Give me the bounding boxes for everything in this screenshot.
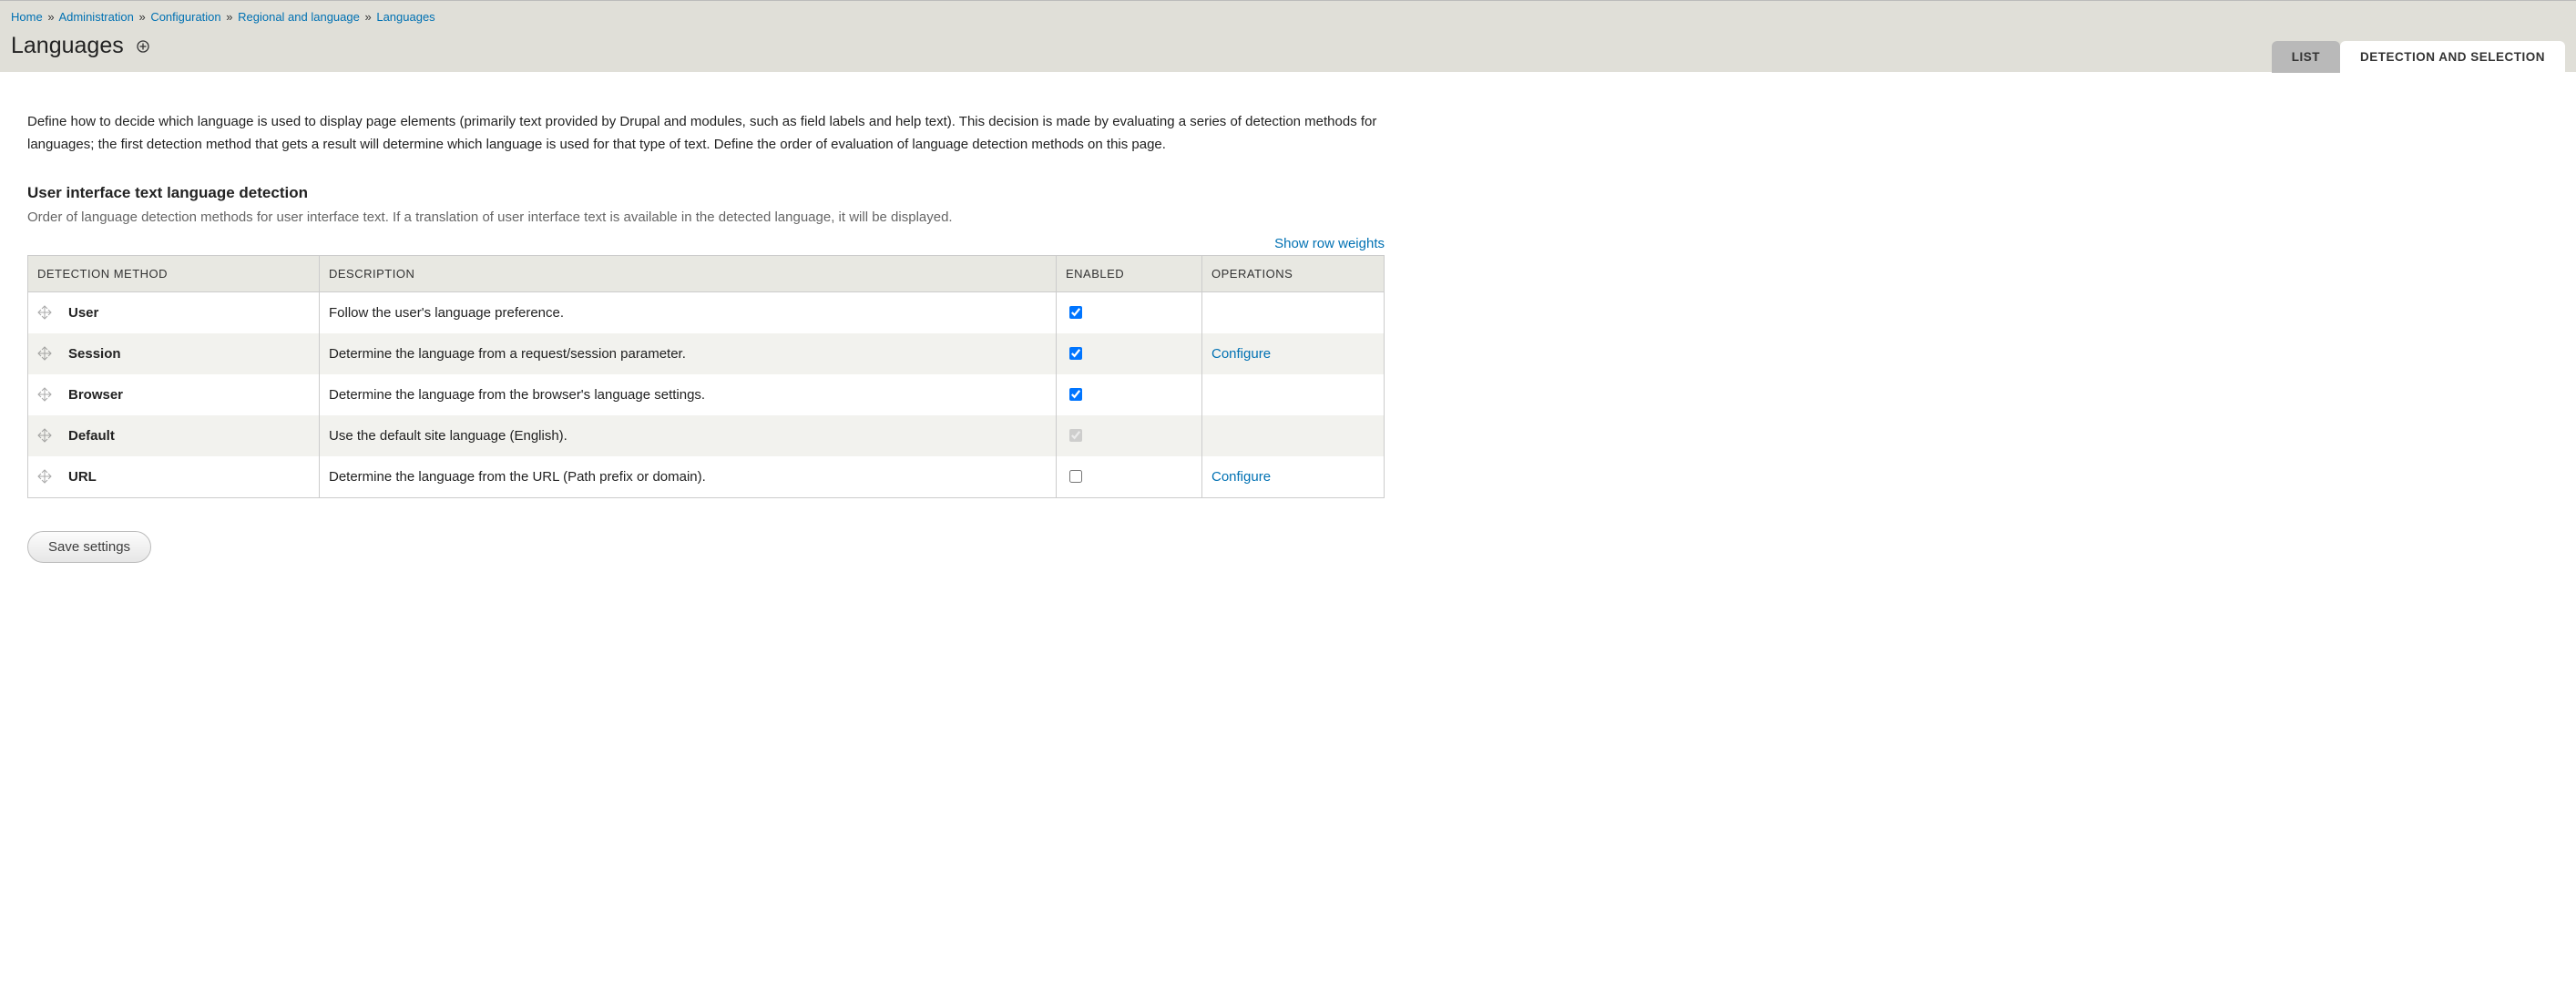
method-description: Determine the language from a request/se… [320,333,1057,374]
method-name: Default [68,428,115,444]
enabled-checkbox[interactable] [1069,347,1082,360]
detection-table: DETECTION METHOD DESCRIPTION ENABLED OPE… [27,255,1385,498]
enabled-checkbox[interactable] [1069,306,1082,319]
method-description: Use the default site language (English). [320,415,1057,456]
drag-handle-icon[interactable] [37,387,52,402]
method-name: Browser [68,387,123,403]
tab-detection-selection[interactable]: DETECTION AND SELECTION [2340,41,2565,73]
method-description: Determine the language from the URL (Pat… [320,456,1057,498]
breadcrumb-link-regional[interactable]: Regional and language [238,10,360,24]
breadcrumb-link-administration[interactable]: Administration [58,10,133,24]
enabled-checkbox[interactable] [1069,470,1082,483]
breadcrumb-separator: » [364,10,371,24]
drag-handle-icon[interactable] [37,469,52,484]
enabled-checkbox [1069,429,1082,442]
breadcrumb-link-home[interactable]: Home [11,10,43,24]
configure-link[interactable]: Configure [1211,469,1271,485]
section-title: User interface text language detection [27,184,1385,202]
table-row[interactable]: Browser Determine the language from the b… [28,374,1385,415]
th-detection-method: DETECTION METHOD [28,255,320,291]
form-actions: Save settings [27,531,1385,563]
drag-handle-icon[interactable] [37,305,52,320]
table-row[interactable]: URL Determine the language from the URL (… [28,456,1385,498]
show-row-weights: Show row weights [27,236,1385,251]
section-description: Order of language detection methods for … [27,209,1385,225]
content-region: Define how to decide which language is u… [0,72,1412,599]
configure-link[interactable]: Configure [1211,346,1271,362]
breadcrumb-link-languages[interactable]: Languages [376,10,434,24]
th-operations: OPERATIONS [1202,255,1385,291]
method-name: URL [68,469,97,485]
enabled-checkbox[interactable] [1069,388,1082,401]
table-row[interactable]: Session Determine the language from a req… [28,333,1385,374]
tabs: LIST DETECTION AND SELECTION [2272,41,2565,73]
table-row[interactable]: Default Use the default site language (En… [28,415,1385,456]
method-description: Determine the language from the browser'… [320,374,1057,415]
table-row[interactable]: User Follow the user's language preferenc… [28,291,1385,333]
breadcrumb: Home » Administration » Configuration » … [11,6,2565,33]
header-bar: Home » Administration » Configuration » … [0,0,2576,72]
tab-list[interactable]: LIST [2272,41,2340,73]
add-icon[interactable] [137,40,149,53]
drag-handle-icon[interactable] [37,428,52,443]
method-name: Session [68,346,121,362]
th-enabled: ENABLED [1057,255,1202,291]
breadcrumb-separator: » [47,10,54,24]
drag-handle-icon[interactable] [37,346,52,361]
page-title: Languages [11,33,149,59]
breadcrumb-separator: » [138,10,145,24]
page-title-text: Languages [11,33,124,59]
breadcrumb-link-configuration[interactable]: Configuration [150,10,220,24]
method-description: Follow the user's language preference. [320,291,1057,333]
intro-text: Define how to decide which language is u… [27,111,1385,157]
th-description: DESCRIPTION [320,255,1057,291]
method-name: User [68,305,98,321]
show-row-weights-link[interactable]: Show row weights [1274,236,1385,251]
breadcrumb-separator: » [226,10,232,24]
save-button[interactable]: Save settings [27,531,151,563]
